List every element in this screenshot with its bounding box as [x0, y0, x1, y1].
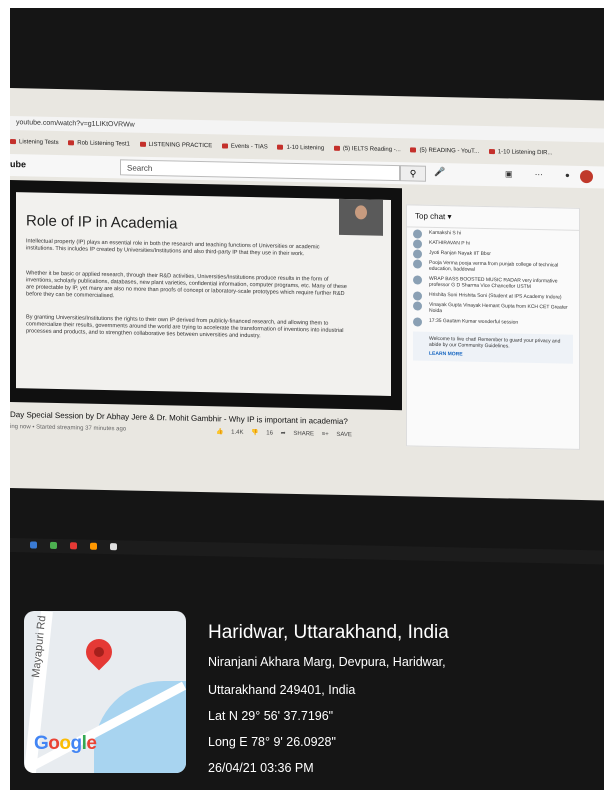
video-title: Day Special Session by Dr Abhay Jere & D…	[10, 410, 348, 427]
longitude: Long E 78° 9' 26.0928"	[208, 735, 336, 749]
taskbar	[10, 538, 604, 565]
avatar[interactable]	[580, 169, 593, 184]
monitor-photo: youtube.com/watch?v=g1LIKtOVRWw Listenin…	[10, 8, 604, 790]
location-address-line: Niranjani Akhara Marg, Devpura, Haridwar…	[208, 655, 446, 669]
video-actions: 👍 1.4K 👎 16 ➦ SHARE ≡+ SAVE	[216, 428, 352, 438]
like-button[interactable]: 👍 1.4K	[216, 429, 243, 436]
slide-paragraph: By granting Universities/Institutions th…	[26, 314, 344, 340]
taskbar-app-icon[interactable]	[70, 542, 77, 550]
video-meta: ing now • Started streaming 37 minutes a…	[10, 424, 127, 433]
webcam-overlay	[339, 198, 383, 236]
slide-title: Role of IP in Academia	[26, 212, 178, 233]
search-input[interactable]: Search	[120, 159, 400, 182]
map-thumbnail: Mayapuri Rd Google	[24, 611, 186, 773]
save-label: SAVE	[336, 431, 352, 439]
bookmark-item[interactable]: Rob Listening Test1	[68, 140, 130, 147]
save-button[interactable]: ≡+ SAVE	[322, 432, 352, 439]
dislike-count: 16	[266, 430, 273, 437]
slide-paragraph: Whether it be basic or applied research,…	[26, 270, 347, 300]
bookmark-item[interactable]: 1-10 Listening	[277, 145, 324, 152]
taskbar-app-icon[interactable]	[90, 542, 97, 550]
chat-header-label: Top chat	[415, 211, 446, 222]
share-label: SHARE	[293, 430, 315, 438]
video-player[interactable]: Role of IP in Academia Intellectual prop…	[10, 180, 402, 411]
location-title: Haridwar, Uttarakhand, India	[208, 622, 449, 643]
bookmark-item[interactable]: Events - TIAS	[222, 143, 268, 151]
taskbar-app-icon[interactable]	[110, 543, 117, 551]
header-icons[interactable]: ▣ ⋯ ●	[505, 169, 580, 180]
taskbar-app-icon[interactable]	[50, 541, 57, 549]
bookmark-item[interactable]: (5) IELTS Reading -...	[334, 146, 401, 153]
google-logo: Google	[34, 733, 97, 754]
monitor-screen: youtube.com/watch?v=g1LIKtOVRWw Listenin…	[10, 88, 604, 565]
mic-icon[interactable]: 🎤	[434, 167, 445, 178]
bookmark-item[interactable]: (5) READING - YouT...	[410, 147, 479, 155]
youtube-logo[interactable]: ube	[10, 159, 26, 169]
timestamp: 26/04/21 03:36 PM	[208, 761, 314, 775]
slide-paragraph: Intellectual property (IP) plays an esse…	[26, 238, 320, 258]
bookmark-item[interactable]: LISTENING PRACTICE	[140, 142, 213, 149]
bookmark-item[interactable]: Listening Tests	[10, 139, 59, 146]
latitude: Lat N 29° 56' 37.7196"	[208, 709, 334, 723]
learn-more-link[interactable]: LEARN MORE	[429, 351, 567, 360]
welcome-text: Welcome to live chat! Remember to guard …	[429, 335, 561, 350]
location-address-line: Uttarakhand 249401, India	[208, 683, 356, 697]
chat-welcome-notice: Welcome to live chat! Remember to guard …	[413, 331, 573, 364]
share-button[interactable]: ➦ SHARE	[281, 431, 314, 438]
search-icon[interactable]: ⚲	[400, 165, 426, 182]
presentation-slide: Role of IP in Academia Intellectual prop…	[16, 192, 391, 396]
live-chat-panel: Top chat ▾ Kamakshi S hi KATHIRAVAN P hi…	[406, 204, 580, 450]
bookmark-item[interactable]: 1-10 Listening DIR...	[489, 149, 553, 156]
taskbar-app-icon[interactable]	[30, 541, 37, 549]
map-pin-icon	[80, 633, 118, 671]
dislike-button[interactable]: 👎 16	[251, 430, 273, 436]
like-count: 1.4K	[231, 429, 244, 436]
